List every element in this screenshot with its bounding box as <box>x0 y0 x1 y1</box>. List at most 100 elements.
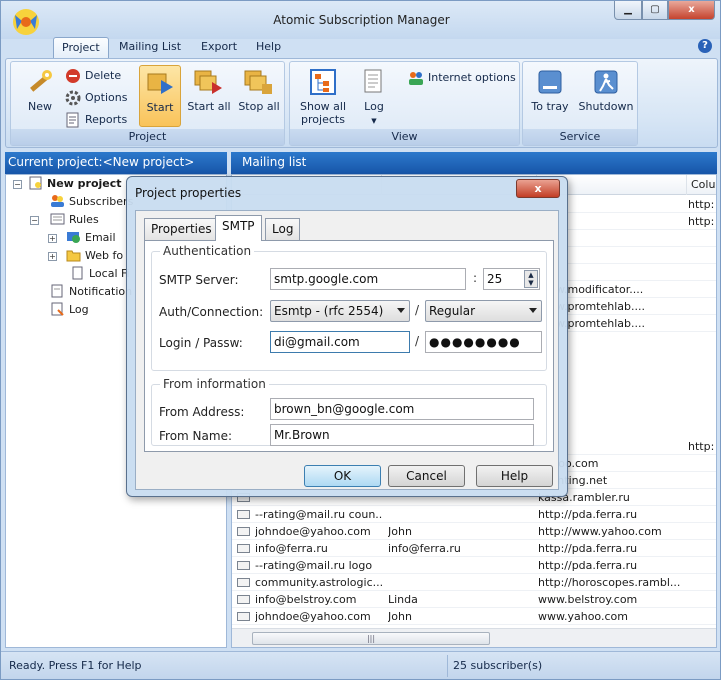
table-row[interactable]: info@belstroy.com Linda www.belstroy.com <box>232 591 716 608</box>
show-all-projects-button[interactable]: Show all projects <box>294 65 352 127</box>
cell-url: http://horoscopes.rambl... <box>538 576 681 589</box>
cell-email: johndoe@yahoo.com <box>255 610 371 623</box>
report-icon <box>66 112 79 128</box>
subscriber-count: 25 subscriber(s) <box>453 659 543 672</box>
authentication-legend: Authentication <box>160 244 255 258</box>
chevron-down-icon <box>529 308 537 313</box>
service-group: To tray Shutdown Service <box>522 61 638 146</box>
cell-extra: http: <box>688 440 715 453</box>
start-button[interactable]: Start <box>139 65 181 127</box>
table-row[interactable]: johndoe@yahoo.com John www.yahoo.com <box>232 608 716 625</box>
tree-item-notification[interactable]: Notification <box>50 283 132 301</box>
connection-type-select[interactable]: Regular <box>425 300 542 322</box>
tree-item-log[interactable]: Log <box>50 301 89 319</box>
status-bar: Ready. Press F1 for Help 25 subscriber(s… <box>1 651 720 679</box>
smtp-panel: Authentication SMTP Server: smtp.google.… <box>144 240 554 452</box>
scroll-thumb[interactable]: ||| <box>252 632 490 645</box>
cell-name: John <box>388 610 412 623</box>
table-row[interactable]: johndoe@yahoo.com John http://www.yahoo.co… <box>232 523 716 540</box>
tab-properties[interactable]: Properties <box>144 218 219 240</box>
project-group-label: Project <box>11 129 284 145</box>
gear-icon <box>65 90 81 106</box>
cell-email: info@belstroy.com <box>255 593 357 606</box>
expand-toggle[interactable]: + <box>48 234 57 243</box>
horizontal-scrollbar[interactable]: ||| <box>232 628 716 647</box>
new-button[interactable]: New <box>15 65 65 127</box>
tab-smtp[interactable]: SMTP <box>215 215 262 241</box>
tab-export[interactable]: Export <box>193 37 245 59</box>
tab-project[interactable]: Project <box>53 37 109 59</box>
tree-item-web-forms[interactable]: Web fo <box>66 247 123 265</box>
collapse-toggle[interactable]: − <box>13 180 22 189</box>
tree-item-rules[interactable]: Rules <box>50 211 99 229</box>
help-button[interactable]: Help <box>476 465 553 487</box>
rules-icon <box>50 213 65 225</box>
tree-item-email[interactable]: Email <box>66 229 116 247</box>
reports-button[interactable]: Reports <box>65 110 127 130</box>
to-tray-button[interactable]: To tray <box>527 65 573 127</box>
options-button[interactable]: Options <box>65 88 127 108</box>
cell-url: http://pda.ferra.ru <box>538 508 638 521</box>
internet-options-button[interactable]: Internet options <box>408 68 516 88</box>
cell-url: www.belstroy.com <box>538 593 638 606</box>
tab-log[interactable]: Log <box>265 218 301 240</box>
project-icon <box>29 176 42 190</box>
close-icon: x <box>534 182 542 195</box>
envelope-icon <box>237 612 250 621</box>
expand-toggle[interactable]: + <box>48 252 57 261</box>
help-icon[interactable]: ? <box>698 39 712 53</box>
wand-icon <box>30 70 52 92</box>
tab-help[interactable]: Help <box>248 37 289 59</box>
delete-button[interactable]: Delete <box>65 66 121 86</box>
from-name-input[interactable]: Mr.Brown <box>270 424 534 446</box>
close-button[interactable]: x <box>668 1 715 20</box>
stop-all-icon <box>244 70 272 94</box>
tree-item-local-files[interactable]: Local Fi <box>70 265 130 283</box>
log-button[interactable]: Log ▼ <box>356 65 392 127</box>
service-group-label: Service <box>523 129 637 145</box>
column-header-4[interactable]: Colu <box>687 175 716 195</box>
current-project-header: Current project:<New project> <box>5 152 227 174</box>
table-row[interactable]: community.astrologic... http://horoscopes… <box>232 574 716 591</box>
email-globe-icon <box>67 232 80 243</box>
minimize-button[interactable]: ▁ <box>614 1 642 20</box>
dialog-close-button[interactable]: x <box>516 179 560 198</box>
dialog-body: Properties SMTP Log Authentication SMTP … <box>135 210 559 490</box>
maximize-icon: ▢ <box>650 4 660 15</box>
port-separator: : <box>473 271 478 285</box>
shutdown-button[interactable]: Shutdown <box>577 65 635 127</box>
cell-name: Linda <box>388 593 418 606</box>
window-title: Atomic Subscription Manager <box>273 13 450 27</box>
start-all-button[interactable]: Start all <box>187 65 231 127</box>
table-row[interactable]: info@ferra.ru info@ferra.ru http://pda.fer… <box>232 540 716 557</box>
login-separator: / <box>415 334 420 348</box>
delete-icon <box>66 69 80 83</box>
maximize-button[interactable]: ▢ <box>642 1 668 20</box>
status-divider <box>447 655 448 677</box>
envelope-icon <box>237 578 250 587</box>
cancel-button[interactable]: Cancel <box>388 465 465 487</box>
cell-column-4: http: <box>688 215 715 228</box>
smtp-server-input[interactable]: smtp.google.com <box>270 268 466 290</box>
projects-tree-icon <box>310 69 336 95</box>
auth-method-select[interactable]: Esmtp - (rfc 2554) <box>270 300 410 322</box>
collapse-toggle[interactable]: − <box>30 216 39 225</box>
ok-button[interactable]: OK <box>304 465 381 487</box>
login-input[interactable]: di@gmail.com <box>270 331 410 353</box>
from-information-legend: From information <box>160 377 269 391</box>
cell-column-4: http: <box>688 198 715 211</box>
table-row[interactable]: --rating@mail.ru logo http://pda.ferra.ru <box>232 557 716 574</box>
users-network-icon <box>409 72 423 85</box>
chevron-down-icon <box>397 308 405 313</box>
cell-email: --rating@mail.ru logo <box>255 559 373 572</box>
notification-icon <box>51 284 63 298</box>
tab-mailing-list[interactable]: Mailing List <box>111 37 189 59</box>
from-address-input[interactable]: brown_bn@google.com <box>270 398 534 420</box>
port-stepper[interactable]: ▲ ▼ <box>524 270 538 288</box>
tree-item-new-project[interactable]: New project <box>28 175 122 193</box>
stop-all-button[interactable]: Stop all <box>237 65 281 127</box>
tree-item-subscribers[interactable]: Subscribers <box>50 193 133 211</box>
ribbon: New Delete Options Reports Start Start a… <box>5 58 718 148</box>
table-row[interactable]: --rating@mail.ru coun... http://pda.ferra… <box>232 506 716 523</box>
password-input[interactable]: ●●●●●●●● <box>425 331 542 353</box>
